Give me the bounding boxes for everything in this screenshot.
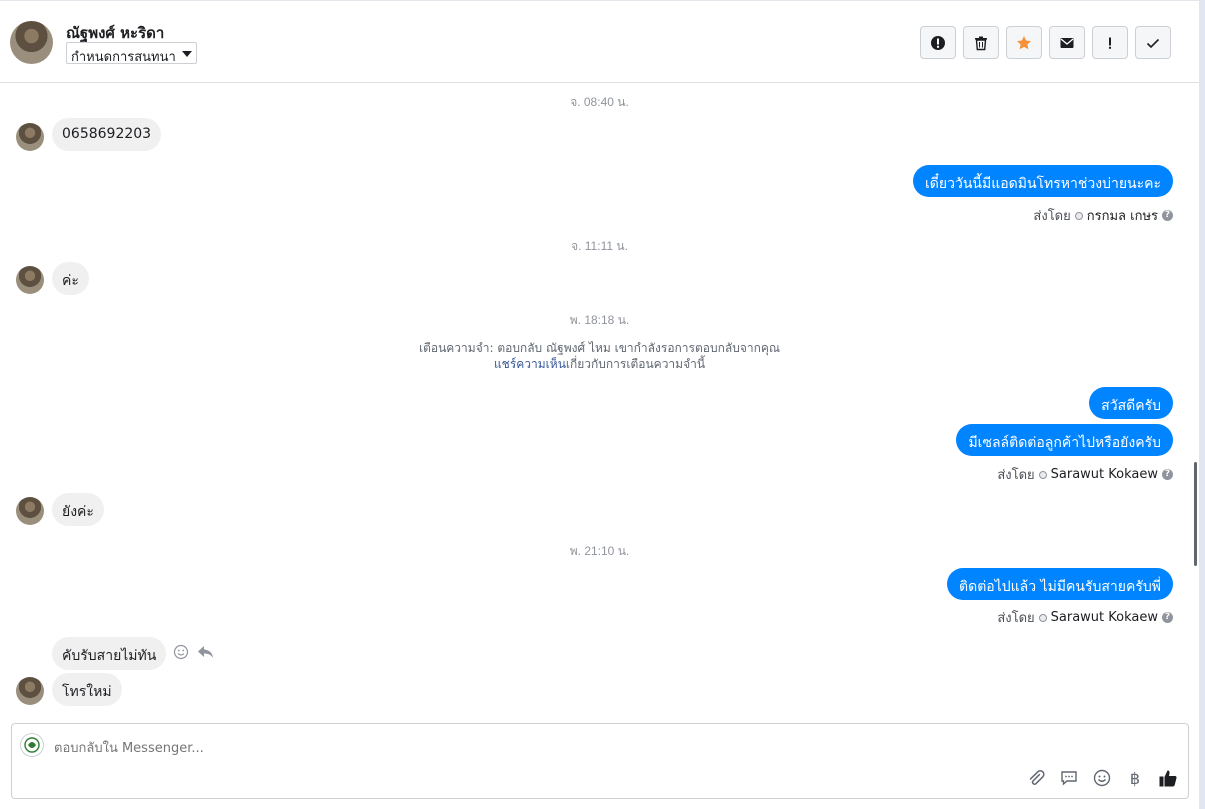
help-icon[interactable]: ? (1162, 210, 1173, 221)
mark-unread-button[interactable] (1049, 26, 1085, 59)
star-button[interactable] (1006, 26, 1042, 59)
help-icon[interactable]: ? (1162, 612, 1173, 623)
sent-by-line: ส่งโดย Sarawut Kokaew ? (997, 464, 1173, 485)
incoming-message[interactable]: ยังค่ะ (52, 493, 104, 526)
page-avatar (20, 733, 44, 757)
incoming-message[interactable]: โทรใหม่ (52, 673, 122, 706)
sent-by-line: ส่งโดย Sarawut Kokaew ? (997, 607, 1173, 628)
message-composer: ฿ (11, 723, 1189, 799)
contact-avatar-small[interactable] (16, 123, 44, 151)
reminder-text: เตือนความจำ: ตอบกลับ ณัฐพงศ์ ไหม เขากำลั… (418, 341, 781, 355)
timestamp: จ. 08:40 น. (570, 95, 629, 109)
timestamp: พ. 21:10 น. (569, 544, 630, 558)
conversation-status-dropdown[interactable]: กำหนดการสนทนา (66, 42, 197, 65)
like-button[interactable] (1158, 768, 1178, 788)
sender-name[interactable]: Sarawut Kokaew (1051, 467, 1158, 482)
mark-done-button[interactable] (1135, 26, 1171, 59)
timestamp: พ. 18:18 น. (569, 313, 630, 327)
sent-by-label: ส่งโดย (1033, 209, 1071, 224)
verified-dot-icon (1074, 211, 1083, 220)
sender-name[interactable]: Sarawut Kokaew (1051, 610, 1158, 625)
reply-input[interactable] (54, 738, 954, 758)
contact-avatar-small[interactable] (16, 266, 44, 294)
sent-by-line: ส่งโดย กรกมล เกษร ? (1033, 205, 1173, 226)
checkmark-icon (1146, 38, 1160, 48)
sent-by-label: ส่งโดย (997, 611, 1035, 626)
outgoing-message[interactable]: ติดต่อไปแล้ว ไม่มีคนรับสายครับพี่ (947, 568, 1173, 600)
payment-button[interactable]: ฿ (1125, 768, 1145, 788)
status-selected-label: กำหนดการสนทนา (71, 50, 176, 65)
baht-icon: ฿ (1129, 768, 1141, 788)
emoji-button[interactable] (1092, 768, 1112, 788)
outgoing-message[interactable]: เดี๋ยววันนี้มีแอดมินโทรหาช่วงบ่ายนะคะ (913, 165, 1173, 197)
sender-name[interactable]: กรกมล เกษร (1087, 205, 1158, 226)
smiley-react-icon[interactable] (173, 644, 189, 660)
message-list: จ. 08:40 น. 0658692203 เดี๋ยววันนี้มีแอด… (0, 84, 1199, 720)
panel-edge (1199, 0, 1205, 809)
exclamation-icon (1109, 37, 1111, 49)
trash-icon (975, 36, 987, 50)
timestamp: จ. 11:11 น. (571, 239, 628, 253)
reply-icon[interactable] (197, 644, 214, 660)
chat-bubble-icon (1061, 771, 1077, 786)
incoming-message[interactable]: 0658692203 (52, 118, 162, 151)
mark-spam-button[interactable] (920, 26, 956, 59)
outgoing-message[interactable]: สวัสดีครับ (1089, 387, 1173, 419)
delete-button[interactable] (963, 26, 999, 59)
star-icon (1017, 35, 1031, 49)
chevron-down-icon (182, 51, 192, 57)
sent-by-label: ส่งโดย (997, 468, 1035, 483)
outgoing-message[interactable]: มีเซลล์ติดต่อลูกค้าไปหรือยังครับ (956, 424, 1173, 456)
contact-avatar-small[interactable] (16, 677, 44, 705)
composer-tools: ฿ (1026, 768, 1178, 788)
saved-replies-button[interactable] (1059, 768, 1079, 788)
emoji-icon (1093, 769, 1111, 787)
alert-circle-icon (931, 35, 945, 50)
help-icon[interactable]: ? (1162, 469, 1173, 480)
reminder-feedback-text: เกี่ยวกับการเตือนความจำนี้ (565, 357, 706, 371)
contact-avatar[interactable] (10, 21, 53, 64)
envelope-icon (1060, 37, 1074, 48)
incoming-message[interactable]: ค่ะ (52, 262, 89, 295)
share-feedback-link[interactable]: แชร์ความเห็น (494, 357, 566, 371)
attachment-button[interactable] (1026, 768, 1046, 788)
reminder-feedback-line: แชร์ความเห็นเกี่ยวกับการเตือนความจำนี้ (0, 356, 1199, 372)
verified-dot-icon (1038, 613, 1047, 622)
reminder-notice: เตือนความจำ: ตอบกลับ ณัฐพงศ์ ไหม เขากำลั… (0, 340, 1199, 372)
paperclip-icon (1029, 770, 1045, 785)
conversation-header: ณัฐพงศ์ หะริดา กำหนดการสนทนา (0, 0, 1199, 83)
follow-up-button[interactable] (1092, 26, 1128, 59)
incoming-message[interactable]: คับรับสายไม่ทัน (52, 637, 167, 670)
header-actions (920, 26, 1171, 59)
verified-dot-icon (1038, 470, 1047, 479)
thumbs-up-icon (1159, 770, 1177, 787)
contact-avatar-small[interactable] (16, 497, 44, 525)
message-hover-actions (173, 644, 214, 660)
page-logo-icon (24, 737, 40, 753)
panel-edge-accent (1201, 0, 1205, 809)
